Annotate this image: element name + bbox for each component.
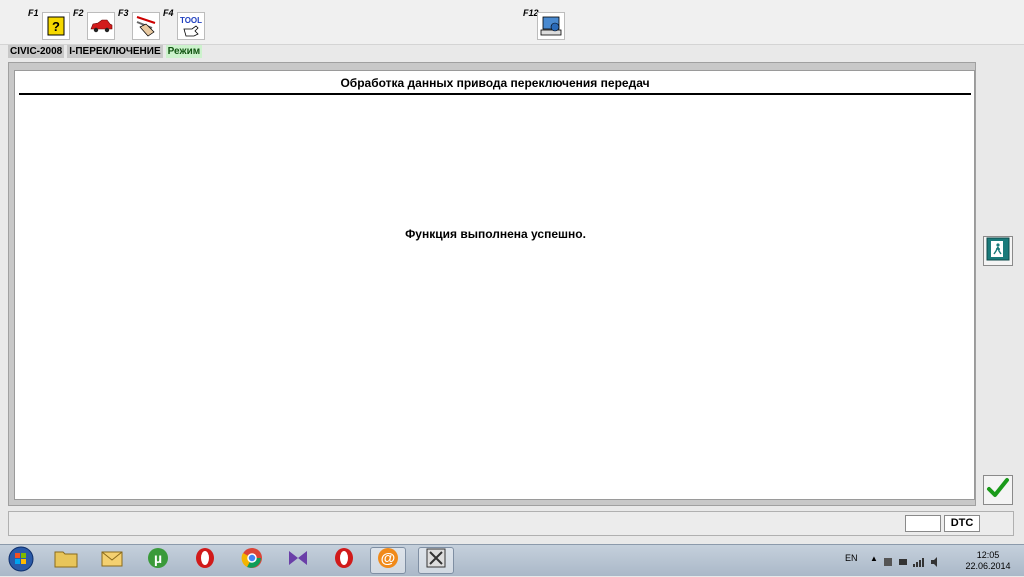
breadcrumb: CIVIC-2008 I-ПЕРЕКЛЮЧЕНИЕ Режим — [8, 45, 203, 58]
clock-time: 12:05 — [976, 550, 1000, 560]
tool-hand-icon: TOOL — [177, 12, 205, 40]
windows-logo-icon — [8, 546, 34, 577]
breadcrumb-system: I-ПЕРЕКЛЮЧЕНИЕ — [67, 45, 163, 58]
tray-network-icon[interactable] — [898, 554, 908, 572]
clock-date: 22.06.2014 — [965, 561, 1011, 571]
tray-signal-icon[interactable] — [912, 554, 925, 572]
opera-icon — [193, 546, 217, 575]
taskbar-opera-2[interactable] — [326, 547, 362, 574]
function-key-toolbar: F1 ? F2 F3 F4 TOOL F12 — [0, 0, 1024, 45]
f3-label: F3 — [118, 8, 129, 18]
taskbar-opera[interactable] — [187, 547, 223, 574]
result-message: Функция выполнена успешно. — [405, 227, 586, 241]
mail-icon — [100, 548, 124, 573]
tray-expand-icon[interactable]: ▲ — [870, 554, 878, 572]
car-icon — [87, 12, 115, 40]
status-field-blank — [905, 515, 941, 532]
language-indicator[interactable]: EN — [845, 553, 858, 563]
panel-title: Обработка данных привода переключения пе… — [340, 76, 650, 90]
taskbar-mail[interactable] — [94, 547, 130, 574]
system-tray: ▲ — [870, 554, 942, 572]
taskbar-diagnostic-app[interactable] — [418, 547, 454, 574]
help-book-icon: ? — [42, 12, 70, 40]
svg-text:µ: µ — [154, 550, 162, 566]
taskbar-explorer[interactable] — [48, 547, 84, 574]
tool-icon-text: TOOL — [179, 15, 203, 25]
visual-studio-icon — [286, 546, 310, 575]
checkmark-icon — [986, 477, 1010, 504]
start-button[interactable] — [4, 546, 38, 577]
taskbar-chrome[interactable] — [234, 547, 270, 574]
tray-flag-icon[interactable] — [883, 554, 893, 572]
f4-tool-button[interactable]: F4 TOOL — [163, 8, 207, 42]
utorrent-icon: µ — [146, 546, 170, 575]
f1-label: F1 — [28, 8, 39, 18]
f12-print-button[interactable]: F12 — [523, 8, 567, 42]
taskbar-visual-studio[interactable] — [280, 547, 316, 574]
breadcrumb-model: CIVIC-2008 — [8, 45, 65, 58]
computer-print-icon — [537, 12, 565, 40]
svg-text:?: ? — [52, 19, 60, 34]
tray-volume-icon[interactable] — [930, 554, 942, 572]
at-sign-icon: @ — [376, 546, 400, 575]
opera-icon — [332, 546, 356, 575]
content-panel: Обработка данных привода переключения пе… — [14, 70, 975, 500]
chrome-icon — [240, 546, 264, 575]
breadcrumb-mode: Режим — [165, 45, 203, 58]
exit-door-icon — [986, 237, 1010, 266]
taskbar-mail-agent[interactable]: @ — [370, 547, 406, 574]
dtc-indicator[interactable]: DTC — [944, 515, 980, 532]
windows-taskbar: µ @ EN ▲ 12:05 22.06.2014 — [0, 544, 1024, 576]
f2-vehicle-button[interactable]: F2 — [73, 8, 117, 42]
status-bar: DTC — [8, 511, 1014, 536]
f2-label: F2 — [73, 8, 84, 18]
ok-button[interactable] — [983, 475, 1013, 505]
folder-icon — [54, 548, 78, 573]
f3-data-button[interactable]: F3 — [118, 8, 162, 42]
diagnostic-tool-icon — [424, 546, 448, 575]
f4-label: F4 — [163, 8, 174, 18]
data-list-hand-icon — [132, 12, 160, 40]
exit-button[interactable] — [983, 236, 1013, 266]
f1-help-button[interactable]: F1 ? — [28, 8, 72, 42]
taskbar-clock[interactable]: 12:05 22.06.2014 — [958, 550, 1018, 572]
title-divider — [19, 93, 971, 95]
svg-text:@: @ — [381, 550, 396, 567]
taskbar-utorrent[interactable]: µ — [140, 547, 176, 574]
